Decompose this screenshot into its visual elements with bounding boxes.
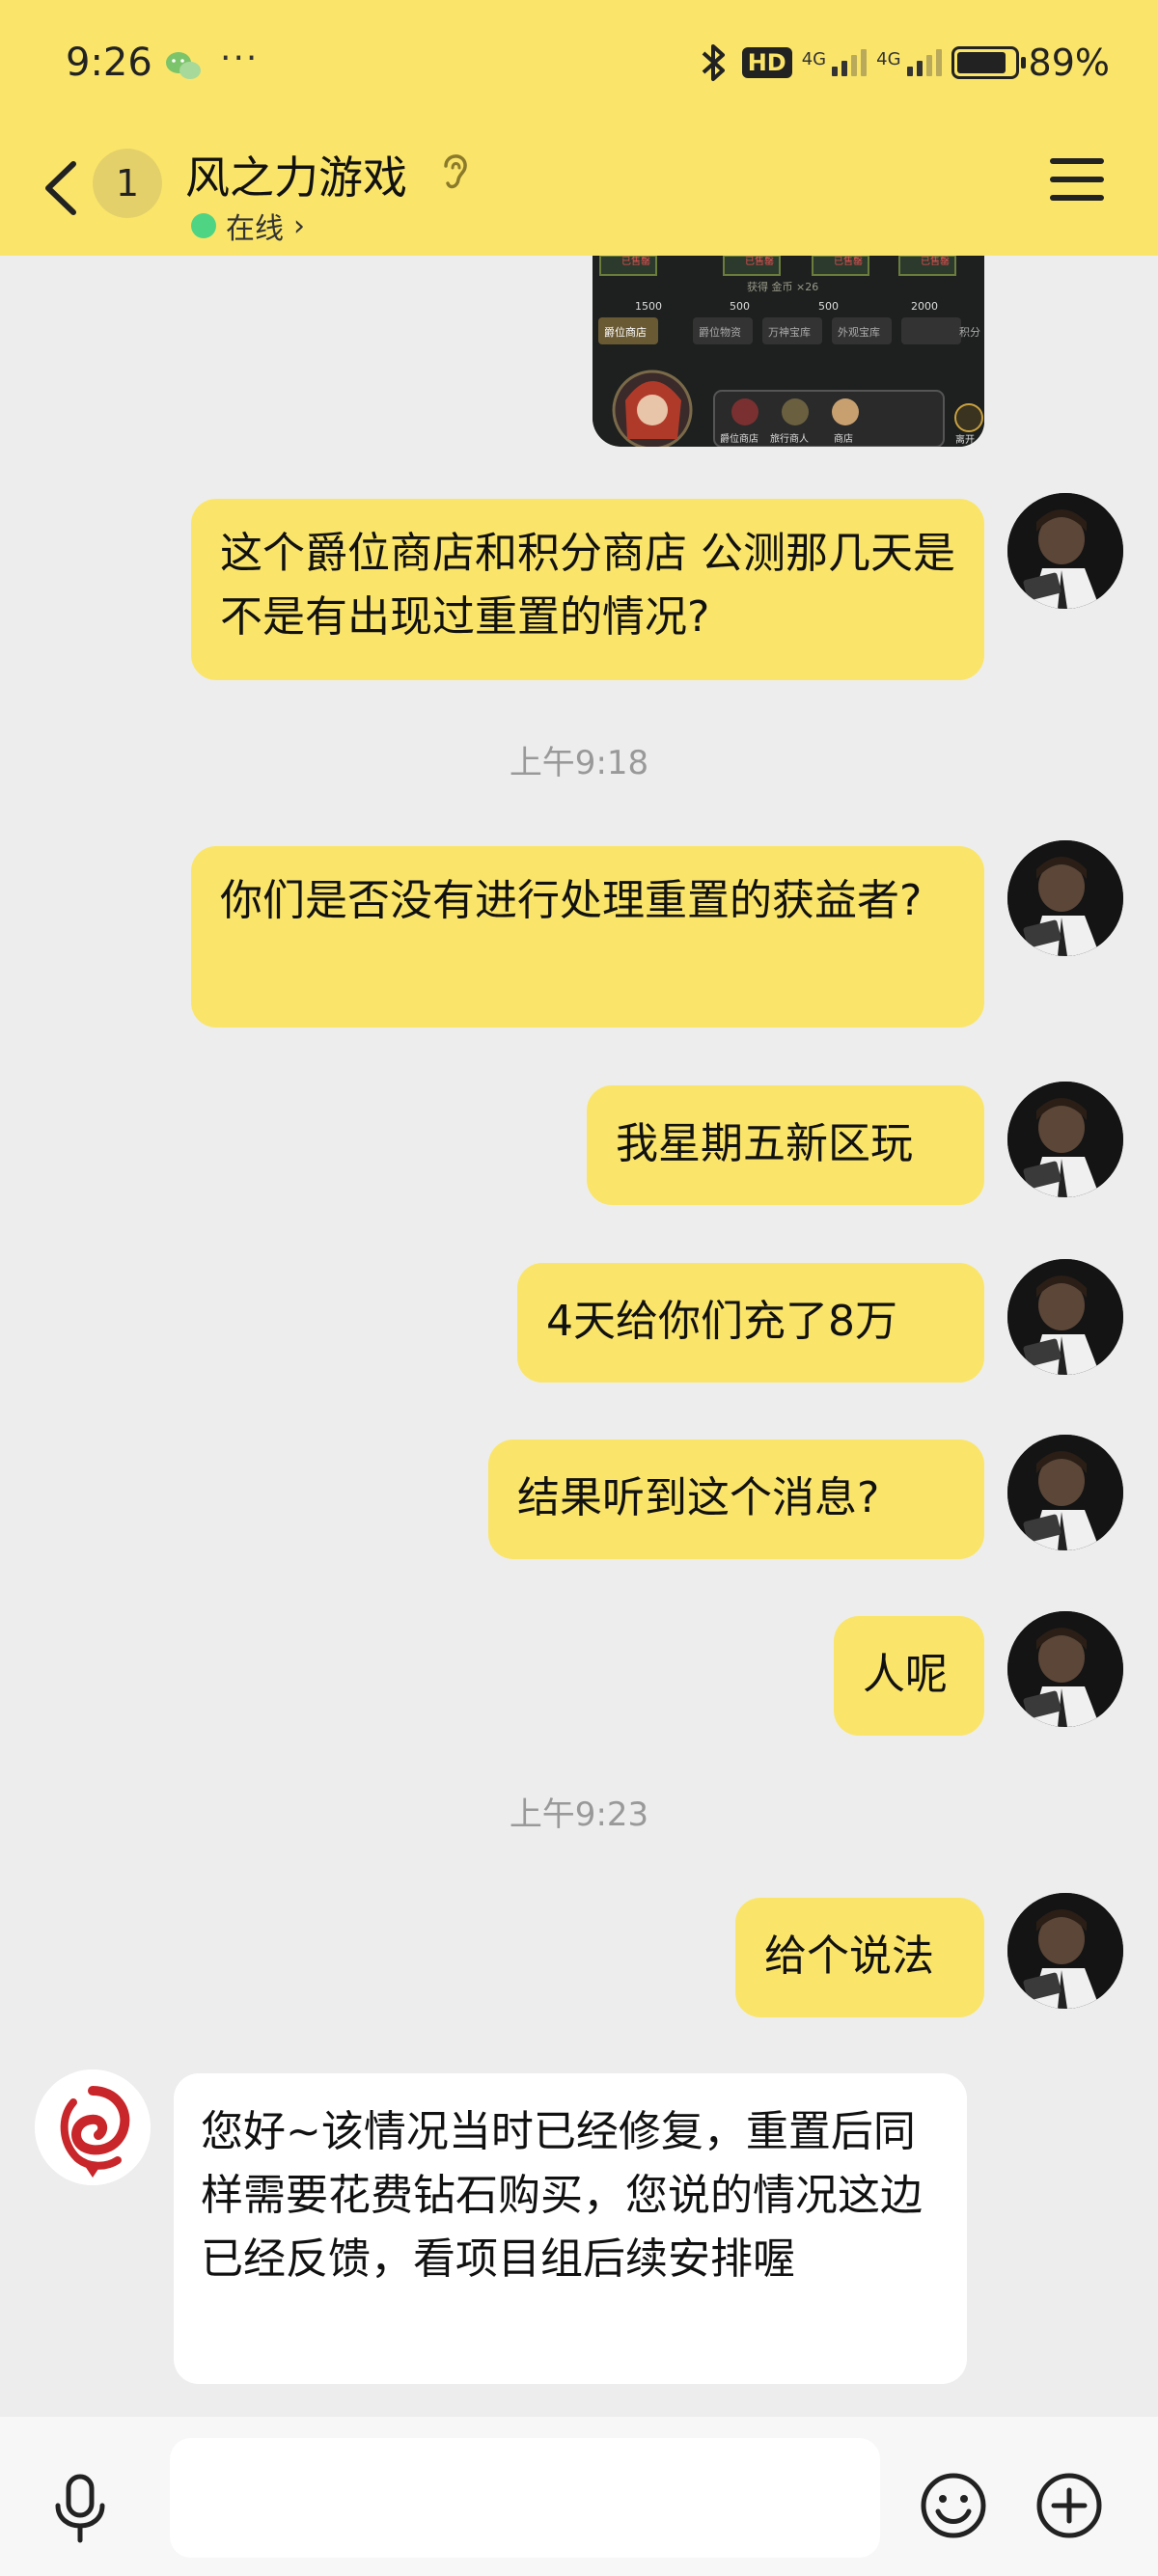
chat-input-bar [0,2417,1158,2576]
sent-message-bubble[interactable]: 这个爵位商店和积分商店 公测那几天是不是有出现过重置的情况? [191,499,984,680]
more-notifications-icon: ··· [220,39,260,78]
battery-fill [956,52,1006,73]
game-screenshot-art: 已售罄 已售罄 已售罄 已售罄 获得 金币 ×26 1500 500 500 2… [593,256,984,447]
user-avatar[interactable] [1007,1259,1123,1375]
status-time: 9:26 [66,41,152,85]
user-avatar[interactable] [1007,1082,1123,1197]
online-dot-icon [191,213,216,238]
price-2: 500 [730,300,750,313]
online-status[interactable]: 在线 › [191,205,305,247]
user-avatar[interactable] [1007,1611,1123,1727]
user-avatar[interactable] [1007,1435,1123,1550]
game-service-avatar[interactable] [35,2069,151,2185]
user-avatar[interactable] [1007,840,1123,956]
badge-3: 已售罄 [834,256,863,267]
menu-icon[interactable] [1050,158,1104,208]
chevron-right-icon: › [293,208,305,243]
npc-label-3: 商店 [834,432,853,445]
game-tab-5: 积分 [959,326,980,339]
message-timestamp: 上午9:23 [509,1795,649,1834]
game-tab-4: 外观宝库 [838,325,880,339]
leave-label: 离开 [955,433,975,446]
sent-message-bubble[interactable]: 你们是否没有进行处理重置的获益者? [191,846,984,1028]
received-message-bubble[interactable]: 您好~该情况当时已经修复，重置后同样需要花费钻石购买，您说的情况这边已经反馈，看… [174,2073,967,2384]
game-tab-2: 爵位物资 [699,325,741,339]
badge-2: 已售罄 [745,256,774,267]
top-bar: 9:26 ··· HD 4G 4G 89% 1 风之力游戏 在线 › [0,0,1158,256]
npc-label-2: 旅行商人 [770,432,809,445]
chat-title-bar: 1 风之力游戏 在线 › [0,135,1158,256]
sent-message-bubble[interactable]: 结果听到这个消息? [488,1439,984,1559]
game-screenshot-image[interactable]: 已售罄 已售罄 已售罄 已售罄 获得 金币 ×26 1500 500 500 2… [593,256,984,447]
badge-1: 已售罄 [621,256,650,267]
online-status-label: 在线 [226,212,284,246]
hd-voice-badge: HD [741,47,792,78]
voice-input-icon[interactable] [50,2473,110,2544]
message-timestamp: 上午9:18 [509,744,649,782]
sent-message-bubble[interactable]: 给个说法 [735,1898,984,2017]
signal-1-icon: 4G [802,49,868,76]
price-3: 500 [818,300,839,313]
earpiece-mode-icon[interactable] [436,147,471,197]
reward-hint: 获得 金币 ×26 [747,280,818,293]
message-input[interactable] [170,2438,880,2558]
wechat-notification-icon [166,52,201,79]
chat-title: 风之力游戏 [185,151,407,204]
sent-message-bubble[interactable]: 人呢 [834,1616,984,1736]
back-arrow-icon[interactable] [37,154,85,222]
bluetooth-icon [702,44,725,81]
user-avatar[interactable] [1007,493,1123,609]
unread-count-badge[interactable]: 1 [93,149,162,218]
sent-message-bubble[interactable]: 我星期五新区玩 [587,1085,984,1205]
npc-label-1: 爵位商店 [720,432,758,445]
game-tab-1: 爵位商店 [604,325,647,339]
price-4: 2000 [911,300,938,313]
battery-percent: 89% [1028,41,1110,84]
signal-2-icon: 4G [876,49,942,76]
sent-message-bubble[interactable]: 4天给你们充了8万 [517,1263,984,1383]
status-icons: HD 4G 4G 89% [694,39,1110,87]
badge-4: 已售罄 [921,256,950,267]
chat-messages[interactable]: 已售罄 已售罄 已售罄 已售罄 获得 金币 ×26 1500 500 500 2… [0,256,1158,2417]
plus-icon[interactable] [1034,2471,1104,2540]
status-bar: 9:26 ··· HD 4G 4G 89% [0,0,1158,135]
price-1: 1500 [635,300,662,313]
emoji-icon[interactable] [919,2471,988,2540]
game-tab-3: 万神宝库 [768,325,811,339]
battery-icon [951,46,1026,79]
user-avatar[interactable] [1007,1893,1123,2009]
